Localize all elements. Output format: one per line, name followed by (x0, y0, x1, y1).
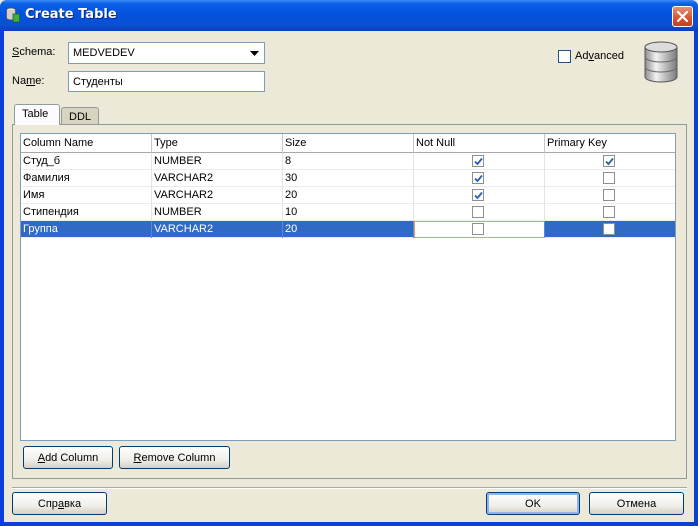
checkmark-icon (474, 157, 483, 166)
help-button[interactable]: Справка (12, 492, 107, 515)
table-name-value: Студенты (73, 76, 123, 88)
database-table-icon (6, 7, 20, 23)
cell-type[interactable]: VARCHAR2 (152, 170, 283, 187)
not-null-checkbox[interactable] (472, 223, 484, 235)
title-bar[interactable]: Create Table (0, 0, 698, 31)
window-title: Create Table (25, 7, 117, 22)
cell-type[interactable]: VARCHAR2 (152, 187, 283, 204)
ok-button[interactable]: OK (486, 492, 580, 515)
cell-column-name[interactable]: Группа (21, 221, 152, 238)
primary-key-checkbox[interactable] (603, 189, 615, 201)
header-primary-key[interactable]: Primary Key (545, 134, 675, 153)
columns-grid[interactable]: Column Name Type Size Not Null Primary K… (20, 133, 676, 441)
cell-size[interactable]: 20 (283, 221, 414, 238)
not-null-checkbox[interactable] (472, 206, 484, 218)
cell-primary-key (545, 187, 675, 204)
cell-column-name[interactable]: Имя (21, 187, 152, 204)
cell-type[interactable]: NUMBER (152, 153, 283, 170)
table-row[interactable]: Имя VARCHAR2 20 (21, 187, 675, 204)
not-null-checkbox[interactable] (472, 189, 484, 201)
checkmark-icon (474, 174, 483, 183)
primary-key-checkbox[interactable] (603, 155, 615, 167)
header-not-null[interactable]: Not Null (414, 134, 545, 153)
dialog-body: Schema: MEDVEDEV Name: Студенты Advanced (4, 31, 694, 522)
cell-column-name[interactable]: Студ_б (21, 153, 152, 170)
not-null-checkbox[interactable] (472, 155, 484, 167)
table-row-selected[interactable]: Группа VARCHAR2 20 (21, 221, 675, 238)
table-row[interactable]: Студ_б NUMBER 8 (21, 153, 675, 170)
add-column-button[interactable]: Add Column (23, 446, 113, 469)
checkmark-icon (605, 157, 614, 166)
schema-combobox[interactable]: MEDVEDEV (68, 42, 265, 64)
footer-separator (12, 487, 687, 489)
table-row[interactable]: Стипендия NUMBER 10 (21, 204, 675, 221)
schema-value: MEDVEDEV (73, 47, 135, 59)
cell-not-null (414, 204, 545, 221)
tab-table[interactable]: Table (14, 104, 60, 125)
primary-key-checkbox[interactable] (603, 172, 615, 184)
primary-key-checkbox[interactable] (603, 206, 615, 218)
cell-primary-key (545, 170, 675, 187)
not-null-checkbox[interactable] (472, 172, 484, 184)
cell-primary-key (545, 221, 675, 238)
table-row[interactable]: Фамилия VARCHAR2 30 (21, 170, 675, 187)
close-icon (677, 11, 688, 22)
checkmark-icon (474, 191, 483, 200)
advanced-label: Advanced (575, 50, 624, 62)
cancel-button[interactable]: Отмена (589, 492, 684, 515)
primary-key-checkbox[interactable] (603, 223, 615, 235)
cell-primary-key (545, 153, 675, 170)
cell-not-null (414, 170, 545, 187)
cell-size[interactable]: 20 (283, 187, 414, 204)
create-table-window: Create Table Schema: MEDVEDEV Name: Студ… (0, 0, 698, 526)
close-button[interactable] (672, 6, 693, 27)
schema-label: Schema: (12, 46, 56, 58)
remove-column-button[interactable]: Remove Column (119, 446, 230, 469)
cell-not-null (414, 153, 545, 170)
cell-primary-key (545, 204, 675, 221)
name-label: Name: (12, 75, 45, 87)
cell-column-name[interactable]: Стипендия (21, 204, 152, 221)
chevron-down-icon (250, 51, 259, 56)
cell-size[interactable]: 30 (283, 170, 414, 187)
table-tab-panel: Column Name Type Size Not Null Primary K… (12, 124, 687, 479)
header-column-name[interactable]: Column Name (21, 134, 152, 153)
cell-not-null-focused (414, 221, 545, 238)
table-name-input[interactable]: Студенты (68, 71, 265, 92)
database-cylinder-icon (644, 41, 678, 83)
cell-size[interactable]: 10 (283, 204, 414, 221)
header-size[interactable]: Size (283, 134, 414, 153)
cell-column-name[interactable]: Фамилия (21, 170, 152, 187)
cell-type[interactable]: NUMBER (152, 204, 283, 221)
cell-not-null (414, 187, 545, 204)
cell-size[interactable]: 8 (283, 153, 414, 170)
header-type[interactable]: Type (152, 134, 283, 153)
advanced-checkbox[interactable] (558, 50, 571, 63)
cell-type[interactable]: VARCHAR2 (152, 221, 283, 238)
